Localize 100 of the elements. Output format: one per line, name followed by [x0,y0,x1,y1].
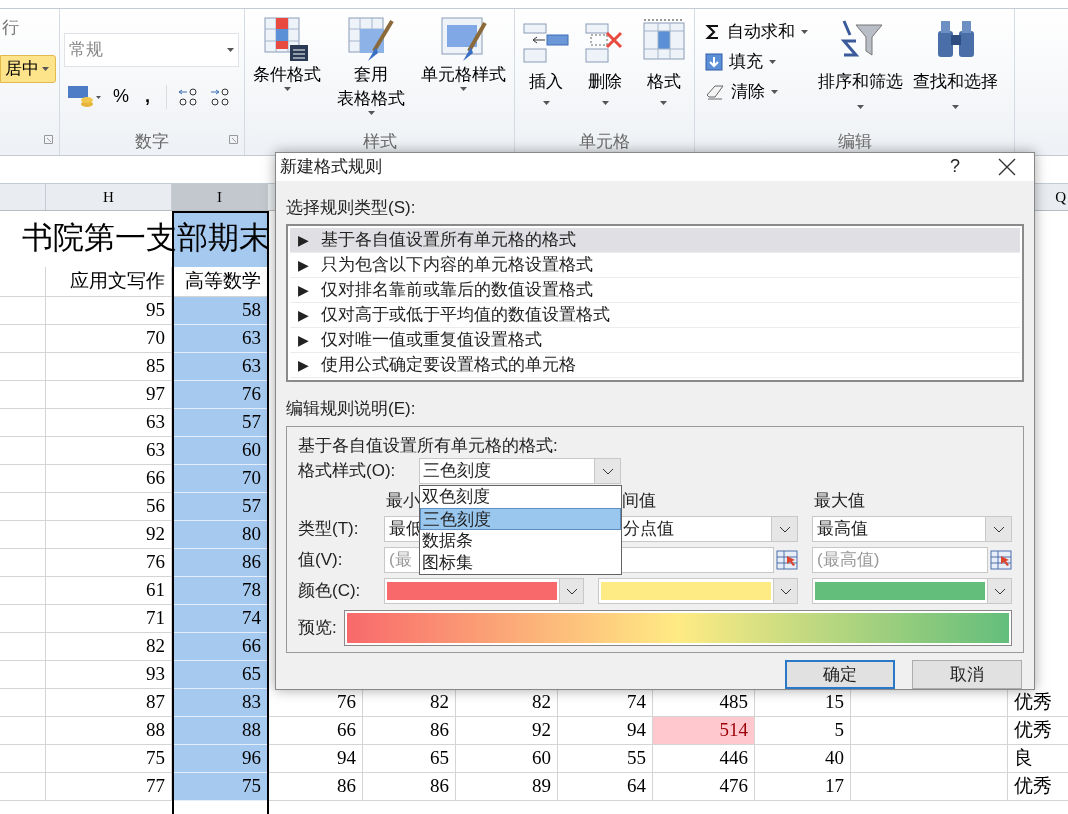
empty-cell [0,633,46,661]
section-label: 编辑规则说明(E): [286,398,417,420]
table-cell: 优秀 [1008,773,1068,801]
percent-style-button[interactable]: % [113,83,129,110]
color-dropdown[interactable] [384,578,584,604]
table-brush-icon [348,17,394,63]
field-label: 类型(T): [298,518,360,541]
table-cell: 75 [172,773,268,801]
cell-button[interactable]: 插入 [523,19,570,105]
field-label: 预览: [298,617,338,640]
number-format-combo[interactable]: 常规 [64,33,239,67]
merge-center-button[interactable]: 居中 [0,54,56,83]
group-label: 样式 [362,131,397,154]
table-cell: 优秀 [1008,717,1068,745]
column-header[interactable]: I [172,184,268,210]
dialog-button[interactable]: 确定 [785,660,895,689]
table-cell: 70 [172,465,268,493]
table-cell: 85 [46,353,172,381]
table-cell: 66 [46,465,172,493]
rule-type-item[interactable]: ▶ 只为包含以下内容的单元格设置格式 [290,253,1020,278]
increase-decimal-icon[interactable] [177,86,200,107]
color-dropdown[interactable] [812,578,1012,604]
table-cell: 514 [653,717,755,745]
help-button[interactable]: ? [930,153,980,181]
chevron-down-icon [779,587,792,595]
table-cell: 71 [46,605,172,633]
triangle-marker: ▶ [298,355,309,375]
editing-button[interactable]: 清除 [705,79,808,105]
range-select-icon[interactable] [990,549,1012,571]
dropdown-option[interactable]: 三色刻度 [420,507,621,530]
style-button[interactable]: 条件格式 [253,17,321,115]
table-cell: 55 [558,745,653,773]
column-label: 间值 [622,491,656,511]
table-cell: 86 [363,717,456,745]
dialog-launcher-icon[interactable] [229,135,238,144]
group-label: 编辑 [837,131,872,154]
empty-cell [0,267,46,297]
rule-type-item[interactable]: ▶ 基于各自值设置所有单元格的格式 [290,228,1020,253]
table-cell: 57 [172,493,268,521]
table-cell: 446 [653,745,755,773]
table-cell: 66 [268,717,363,745]
close-icon[interactable] [998,157,1016,176]
cell-button[interactable]: 删除 [585,19,626,105]
color-dropdown[interactable] [598,578,798,604]
chevron-down-icon [778,525,791,533]
dialog-launcher-icon[interactable] [44,135,53,144]
style-button[interactable]: 套用 表格格式 [337,17,405,115]
range-select-icon[interactable] [776,549,798,571]
editing-large-button[interactable]: 查找和选择 [913,19,998,109]
type-dropdown[interactable]: 最高值 [812,516,1012,542]
editing-button[interactable]: 填充 [705,49,808,75]
table-cell: 86 [363,773,456,801]
table-cell: 88 [46,717,172,745]
sigma-icon [705,24,721,40]
currency-icon[interactable] [67,83,103,110]
table-cell: 76 [172,381,268,409]
table-cell: 66 [172,633,268,661]
caret-icon [769,60,776,64]
empty-cell [0,493,46,521]
table-cell: 61 [46,577,172,605]
decrease-decimal-icon[interactable] [209,86,232,107]
empty-cell [0,745,46,773]
empty-cell [0,353,46,381]
cell-button[interactable]: 格式 [641,19,686,105]
table-cell: 良 [1008,745,1068,773]
triangle-marker: ▶ [298,230,309,250]
triangle-marker: ▶ [298,330,309,350]
dialog-button[interactable]: 取消 [912,660,1022,689]
rule-type-item[interactable]: ▶ 仅对高于或低于平均值的数值设置格式 [290,303,1020,328]
format-style-dropdown[interactable]: 三色刻度 [419,458,621,484]
table-cell: 87 [46,689,172,717]
empty-cell [0,689,46,717]
table-cell: 92 [46,521,172,549]
empty-cell [0,773,46,801]
caret-icon [367,111,375,115]
table-cell: 60 [172,437,268,465]
table-cell: 86 [172,549,268,577]
table-cell: 82 [46,633,172,661]
wrap-text-label[interactable]: 行 [0,15,56,41]
editing-button[interactable]: 自动求和 [705,19,808,45]
dropdown-option[interactable]: 双色刻度 [420,485,621,508]
table-cell: 76 [46,549,172,577]
table-cell: 64 [558,773,653,801]
empty-cell [0,661,46,689]
rule-type-item[interactable]: ▶ 仅对排名靠前或靠后的数值设置格式 [290,278,1020,303]
rule-type-item[interactable]: ▶ 使用公式确定要设置格式的单元格 [290,353,1020,378]
dropdown-option[interactable]: 图标集 [420,551,621,574]
rule-type-label: 只为包含以下内容的单元格设置格式 [321,254,593,277]
empty-cell [0,549,46,577]
rule-type-item[interactable]: ▶ 仅对唯一值或重复值设置格式 [290,328,1020,353]
caret-icon [227,48,234,52]
caret-icon [460,87,467,91]
editing-large-button[interactable]: 排序和筛选 [818,19,903,109]
style-button[interactable]: 单元格样式 [421,17,506,115]
comma-style-button[interactable]: , [139,83,157,110]
empty-cell [0,717,46,745]
table-cell: 5 [755,717,851,745]
empty-cell [0,409,46,437]
empty-cell [0,605,46,633]
table-cell: 40 [755,745,851,773]
